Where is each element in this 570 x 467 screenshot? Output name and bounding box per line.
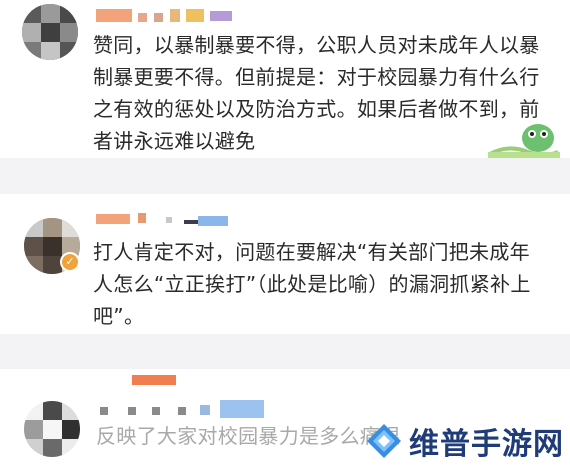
- comment-card-1: 赞同，以暴制暴要不得，公职人员对未成年人以暴制暴更要不得。但前提是：对于校园暴力…: [0, 0, 570, 158]
- comment-text: 赞同，以暴制暴要不得，公职人员对未成年人以暴制暴更要不得。但前提是：对于校园暴力…: [93, 33, 540, 153]
- verified-badge-icon: ✓: [60, 252, 80, 272]
- avatar[interactable]: [24, 401, 80, 457]
- watermark: 维普手游网: [365, 419, 564, 463]
- frog-sticker-icon: [488, 124, 560, 158]
- diamond-logo-icon: [367, 424, 401, 458]
- watermark-text: 维普手游网: [409, 427, 564, 462]
- comment-card-2: ✓ 打人肯定不对，问题在要解决“有关部门把未成年人怎么“立正挨打”（此处是比喻）…: [0, 194, 570, 334]
- avatar[interactable]: [22, 4, 78, 60]
- comment-text: 打人肯定不对，问题在要解决“有关部门把未成年人怎么“立正挨打”（此处是比喻）的漏…: [93, 240, 531, 328]
